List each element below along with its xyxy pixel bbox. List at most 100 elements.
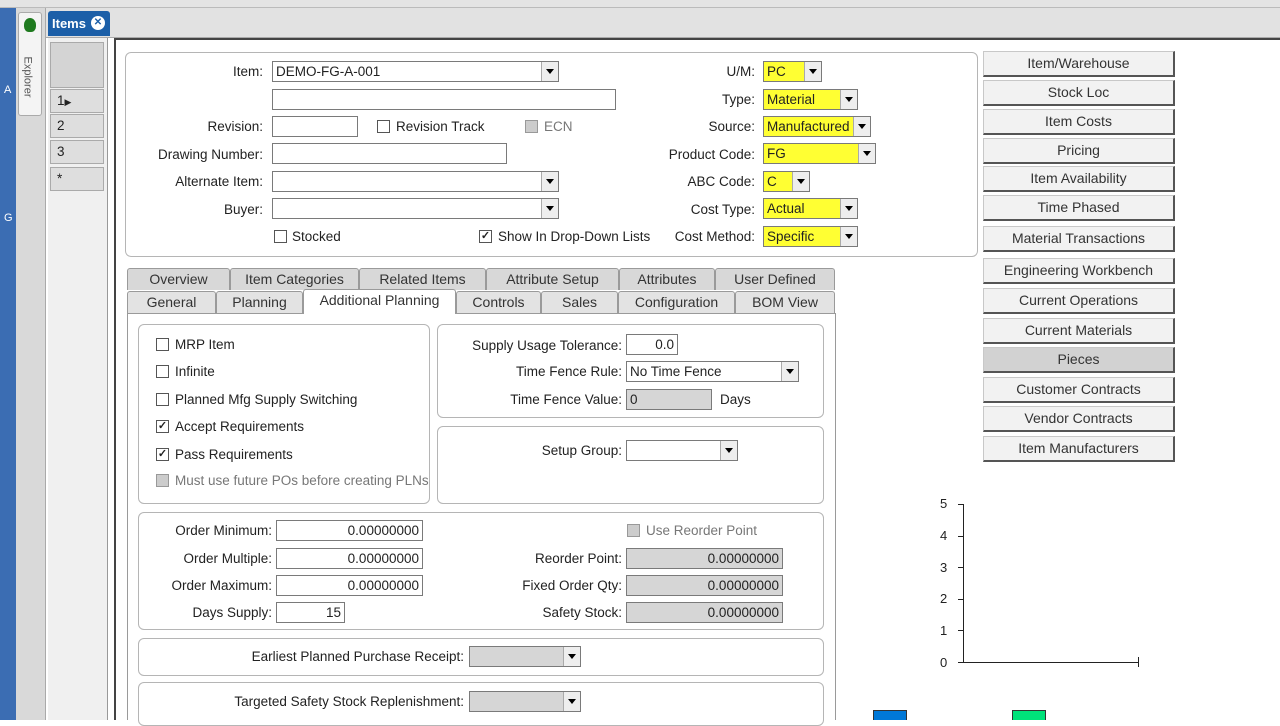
time-fence-days-label: Days: [720, 392, 751, 407]
chevron-down-icon: [541, 62, 558, 81]
item-costs-button[interactable]: Item Costs: [983, 109, 1175, 135]
tab-overview[interactable]: Overview: [127, 268, 230, 290]
order-multiple-field[interactable]: 0.00000000: [276, 548, 423, 569]
current-operations-button[interactable]: Current Operations: [983, 288, 1175, 314]
chart-x-axis: [963, 662, 1139, 663]
tab-user-defined[interactable]: User Defined: [715, 268, 835, 290]
y-tick-label-4: 4: [940, 528, 948, 543]
time-phased-button[interactable]: Time Phased: [983, 195, 1175, 221]
targeted-safety-label: Targeted Safety Stock Replenishment:: [234, 694, 464, 709]
row-2[interactable]: 2: [50, 114, 104, 138]
cost-type-dropdown[interactable]: Actual: [763, 198, 858, 219]
tab-bom-view[interactable]: BOM View: [735, 291, 835, 313]
current-materials-button[interactable]: Current Materials: [983, 318, 1175, 344]
time-fence-rule-dropdown[interactable]: No Time Fence: [626, 361, 799, 382]
cost-method-dropdown[interactable]: Specific: [763, 226, 858, 247]
ecn-checkbox: [525, 120, 538, 133]
type-dropdown[interactable]: Material: [763, 89, 858, 110]
tab-related-items[interactable]: Related Items: [359, 268, 486, 290]
show-in-dropdown-label: Show In Drop-Down Lists: [498, 229, 651, 244]
item-warehouse-button[interactable]: Item/Warehouse: [983, 51, 1175, 77]
revision-field[interactable]: [272, 116, 358, 137]
supply-tolerance-field[interactable]: 0.0: [626, 334, 678, 355]
fixed-order-qty-label: Fixed Order Qty:: [522, 578, 622, 593]
stocked-label: Stocked: [292, 229, 341, 244]
tab-items[interactable]: Items ✕: [48, 11, 110, 36]
alternate-item-dropdown[interactable]: [272, 171, 559, 192]
mrp-item-checkbox[interactable]: [156, 338, 169, 351]
show-in-dropdown-checkbox[interactable]: ✓: [479, 230, 492, 243]
tab-attribute-setup[interactable]: Attribute Setup: [486, 268, 619, 290]
source-label: Source:: [708, 119, 755, 134]
row-1[interactable]: 1▶: [50, 89, 104, 113]
tab-items-label: Items: [52, 16, 86, 31]
chart-x-axis-end-tick: [1138, 657, 1139, 667]
y-tick-mark-0: [958, 662, 964, 663]
tab-configuration[interactable]: Configuration: [618, 291, 735, 313]
infinite-label: Infinite: [175, 364, 215, 379]
days-supply-field[interactable]: 15: [276, 602, 345, 623]
engineering-workbench-button[interactable]: Engineering Workbench: [983, 258, 1175, 284]
earliest-receipt-label: Earliest Planned Purchase Receipt:: [251, 649, 464, 664]
days-supply-label: Days Supply:: [192, 605, 272, 620]
row-3[interactable]: 3: [50, 140, 104, 164]
tab-planning[interactable]: Planning: [216, 291, 303, 313]
chevron-down-icon: [563, 692, 580, 711]
order-maximum-field[interactable]: 0.00000000: [276, 575, 423, 596]
row-new[interactable]: *: [50, 167, 104, 191]
chevron-down-icon: [840, 199, 857, 218]
stocked-checkbox[interactable]: [274, 230, 287, 243]
stock-loc-button[interactable]: Stock Loc: [983, 80, 1175, 106]
tab-attributes[interactable]: Attributes: [619, 268, 715, 290]
tab-sales[interactable]: Sales: [541, 291, 618, 313]
pass-requirements-checkbox[interactable]: ✓: [156, 448, 169, 461]
pieces-button[interactable]: Pieces: [983, 347, 1175, 373]
planned-switch-checkbox[interactable]: [156, 393, 169, 406]
item-manufacturers-button[interactable]: Item Manufacturers: [983, 436, 1175, 462]
order-minimum-field[interactable]: 0.00000000: [276, 520, 423, 541]
customer-contracts-button[interactable]: Customer Contracts: [983, 377, 1175, 403]
tab-controls[interactable]: Controls: [456, 291, 541, 313]
mrp-item-label: MRP Item: [175, 337, 235, 352]
revision-label: Revision:: [207, 119, 263, 134]
stock-chart: 0 1 2 3 4 5: [900, 490, 1160, 720]
safety-stock-label: Safety Stock:: [542, 605, 622, 620]
time-fence-value-field: 0: [626, 389, 712, 410]
toolbar: [0, 0, 1280, 8]
pricing-button[interactable]: Pricing: [983, 138, 1175, 164]
tab-general[interactable]: General: [127, 291, 216, 313]
vendor-contracts-button[interactable]: Vendor Contracts: [983, 406, 1175, 432]
item-availability-button[interactable]: Item Availability: [983, 166, 1175, 192]
y-tick-mark-2: [958, 599, 964, 600]
item-dropdown[interactable]: DEMO-FG-A-001: [272, 61, 559, 82]
y-tick-label-5: 5: [940, 496, 948, 511]
close-icon[interactable]: ✕: [91, 16, 105, 30]
material-transactions-button[interactable]: Material Transactions: [983, 226, 1175, 252]
tab-additional-planning[interactable]: Additional Planning: [303, 289, 456, 314]
chevron-down-icon: [781, 362, 798, 381]
y-tick-mark-4: [958, 536, 964, 537]
drawing-number-field[interactable]: [272, 143, 507, 164]
um-dropdown[interactable]: PC: [763, 61, 822, 82]
item-description-field[interactable]: [272, 89, 616, 110]
explorer-tab[interactable]: Explorer: [18, 12, 42, 116]
revision-track-checkbox[interactable]: [377, 120, 390, 133]
source-dropdown[interactable]: Manufactured: [763, 116, 871, 137]
accept-requirements-checkbox[interactable]: ✓: [156, 420, 169, 433]
earliest-receipt-dropdown[interactable]: [469, 646, 581, 667]
chevron-down-icon: [720, 441, 737, 460]
item-label: Item:: [232, 64, 263, 79]
tab-item-categories[interactable]: Item Categories: [230, 268, 359, 290]
explorer-logo-icon: [24, 18, 36, 32]
setup-group-dropdown[interactable]: [626, 440, 738, 461]
abc-code-dropdown[interactable]: C: [763, 171, 810, 192]
drawing-number-label: Drawing Number:: [157, 147, 263, 162]
product-code-dropdown[interactable]: FG: [763, 143, 876, 164]
y-tick-label-0: 0: [940, 655, 948, 670]
buyer-dropdown[interactable]: [272, 198, 559, 219]
targeted-safety-dropdown[interactable]: [469, 691, 581, 712]
setup-group-label: Setup Group:: [541, 443, 622, 458]
buyer-label: Buyer:: [223, 202, 263, 217]
abc-code-label: ABC Code:: [687, 174, 755, 189]
infinite-checkbox[interactable]: [156, 365, 169, 378]
